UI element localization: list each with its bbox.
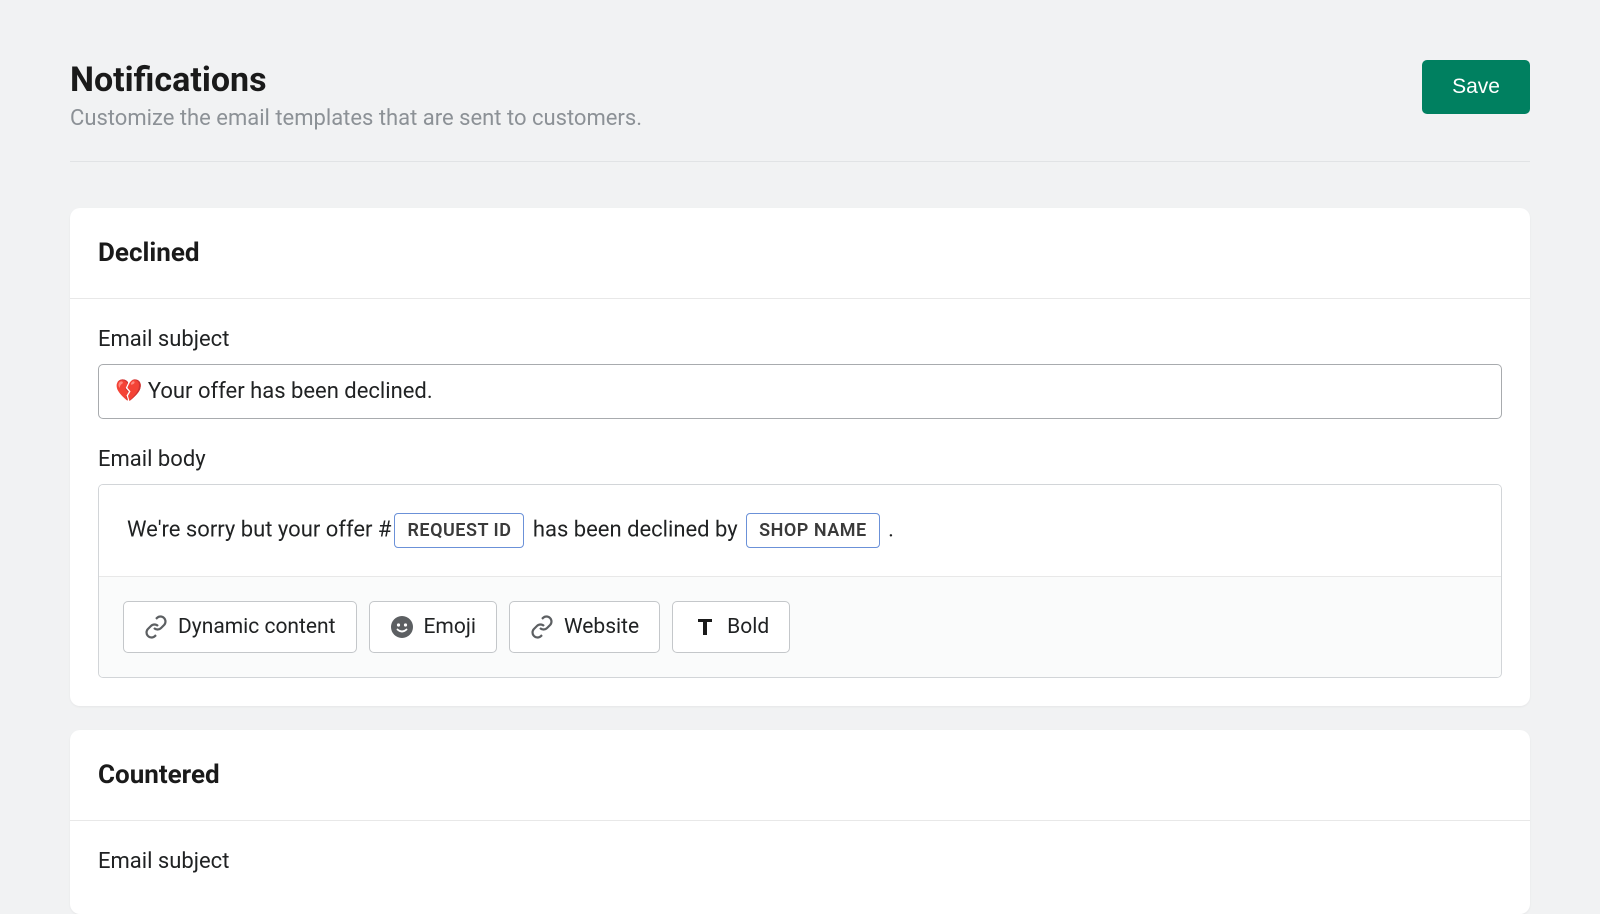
- email-subject-input[interactable]: [98, 364, 1502, 419]
- email-body-editor: We're sorry but your offer #REQUEST ID h…: [98, 484, 1502, 678]
- emoji-icon: [390, 615, 414, 639]
- body-text-pre: We're sorry but your offer #: [127, 517, 391, 542]
- emoji-button[interactable]: Emoji: [369, 601, 497, 653]
- save-button[interactable]: Save: [1422, 60, 1530, 114]
- page-subtitle: Customize the email templates that are s…: [70, 106, 1422, 131]
- dynamic-content-button[interactable]: Dynamic content: [123, 601, 357, 653]
- bold-text-icon: [693, 615, 717, 639]
- dynamic-content-label: Dynamic content: [178, 615, 336, 639]
- card-title-declined: Declined: [98, 238, 1502, 268]
- token-request-id[interactable]: REQUEST ID: [394, 513, 524, 548]
- token-shop-name[interactable]: SHOP NAME: [746, 513, 879, 548]
- editor-toolbar: Dynamic content Emoji: [99, 576, 1501, 677]
- website-label: Website: [564, 615, 639, 639]
- body-text-mid: has been declined by: [527, 517, 743, 542]
- bold-label: Bold: [727, 615, 769, 639]
- email-subject-label: Email subject: [98, 327, 1502, 352]
- page-title: Notifications: [70, 60, 1422, 100]
- page-header: Notifications Customize the email templa…: [70, 0, 1530, 162]
- emoji-label: Emoji: [424, 615, 476, 639]
- website-button[interactable]: Website: [509, 601, 660, 653]
- email-body-label: Email body: [98, 447, 1502, 472]
- link-icon: [144, 615, 168, 639]
- card-title-countered: Countered: [98, 760, 1502, 790]
- email-body-content[interactable]: We're sorry but your offer #REQUEST ID h…: [99, 485, 1501, 576]
- body-text-post: .: [883, 517, 894, 542]
- template-card-countered: Countered Email subject: [70, 730, 1530, 914]
- chain-icon: [530, 615, 554, 639]
- template-card-declined: Declined Email subject Email body We're …: [70, 208, 1530, 706]
- email-subject-label-countered: Email subject: [98, 849, 1502, 874]
- bold-button[interactable]: Bold: [672, 601, 790, 653]
